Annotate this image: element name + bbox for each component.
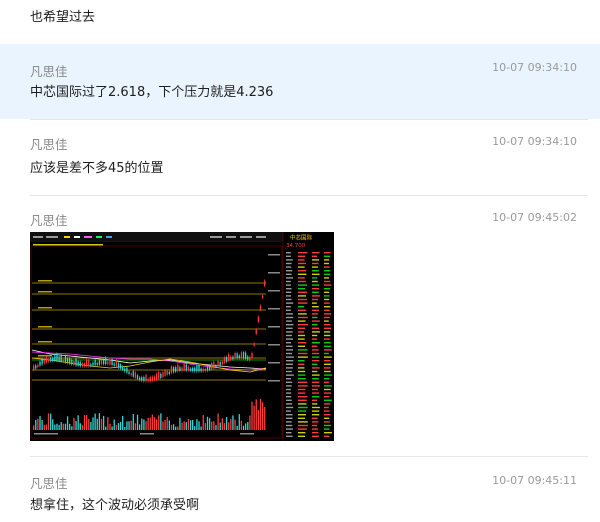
message-item[interactable]: 凡思佳 10-07 09:45:11 想拿住，这个波动必须承受啊	[0, 457, 600, 522]
stock-chart-image[interactable]: 中芯国际 34.700	[30, 232, 334, 441]
stock-chart-drawing: 中芯国际 34.700	[30, 232, 334, 441]
message-text: 想拿住，这个波动必须承受啊	[30, 498, 200, 513]
message-text: 也希望过去	[30, 10, 96, 25]
message-author[interactable]: 凡思佳	[30, 61, 68, 80]
message-author[interactable]: 凡思佳	[30, 134, 68, 153]
quote-last-price: 34.700	[286, 243, 306, 249]
message-author[interactable]: 凡思佳	[30, 210, 68, 229]
message-text: 应该是差不多45的位置	[30, 161, 164, 176]
message-feed: 也希望过去 凡思佳 10-07 09:34:10 中芯国际过了2.618，下个压…	[0, 0, 600, 522]
message-time: 10-07 09:45:11	[492, 474, 577, 487]
message-time: 10-07 09:34:10	[492, 135, 577, 148]
message-author[interactable]: 凡思佳	[30, 473, 68, 492]
message-item[interactable]: 凡思佳 10-07 09:34:10 中芯国际过了2.618，下个压力就是4.2…	[0, 44, 600, 119]
message-item[interactable]: 凡思佳 10-07 09:34:10 应该是差不多45的位置	[0, 120, 600, 195]
quote-stock-name: 中芯国际	[290, 234, 313, 242]
message-time: 10-07 09:34:10	[492, 61, 577, 74]
message-text: 中芯国际过了2.618，下个压力就是4.236	[30, 85, 274, 100]
message-time: 10-07 09:45:02	[492, 211, 577, 224]
